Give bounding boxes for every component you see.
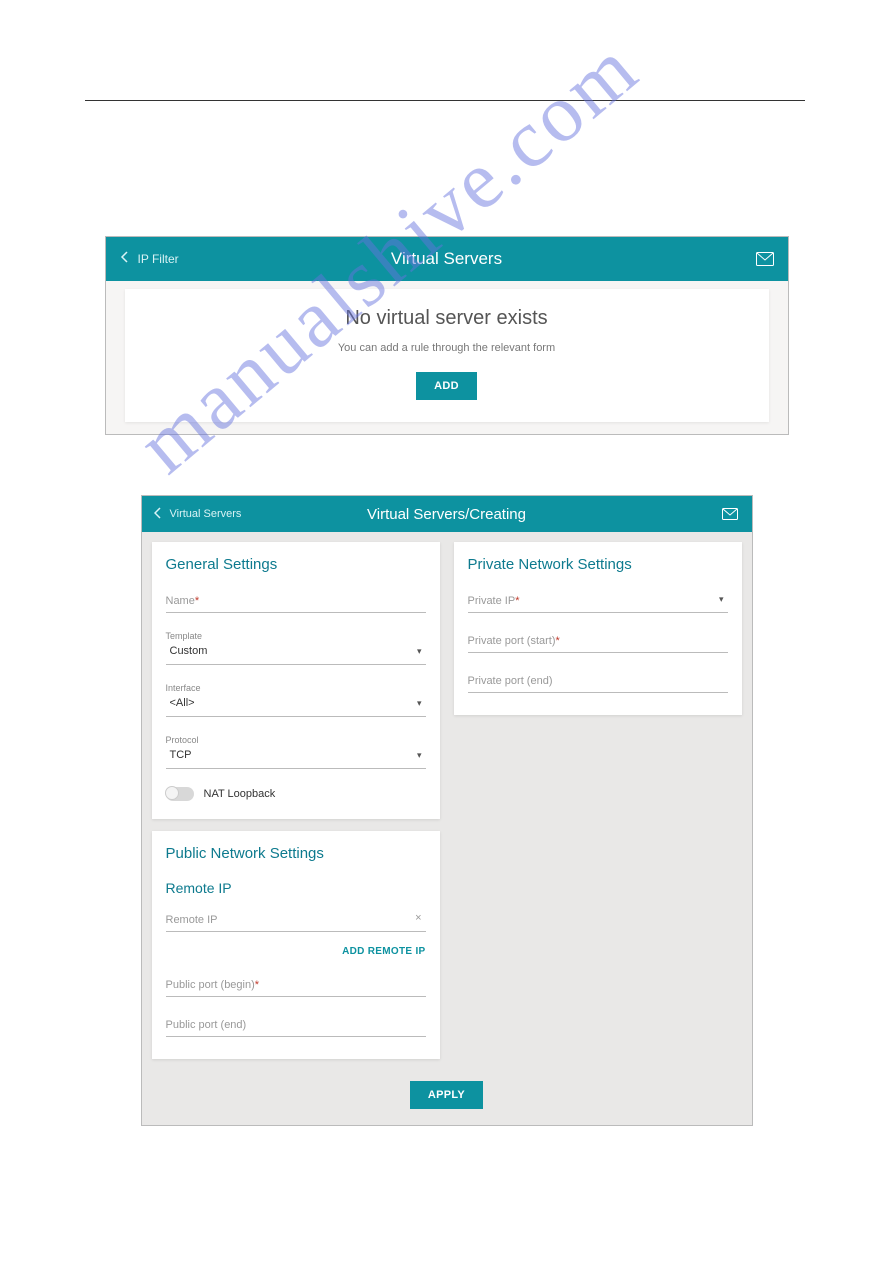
- name-field[interactable]: Name*: [166, 591, 426, 613]
- header-bar: IP Filter Virtual Servers: [106, 237, 788, 281]
- mail-icon[interactable]: [722, 507, 740, 521]
- virtual-servers-creating-panel: Virtual Servers Virtual Servers/Creating…: [141, 495, 753, 1126]
- public-port-begin-field[interactable]: Public port (begin)*: [166, 975, 426, 997]
- header-bar: Virtual Servers Virtual Servers/Creating: [142, 496, 752, 532]
- private-port-start-field[interactable]: Private port (start)*: [468, 631, 728, 653]
- private-network-settings-card: Private Network Settings Private IP* ▾ P…: [454, 542, 742, 715]
- private-port-end-label: Private port (end): [468, 675, 553, 687]
- back-label: IP Filter: [138, 252, 179, 266]
- public-port-begin-label: Public port (begin): [166, 979, 255, 991]
- mail-icon[interactable]: [756, 252, 774, 266]
- private-ip-label: Private IP: [468, 595, 516, 607]
- general-settings-title: General Settings: [166, 556, 426, 573]
- virtual-servers-panel: IP Filter Virtual Servers No virtual ser…: [105, 236, 789, 435]
- name-label: Name: [166, 595, 195, 607]
- public-settings-title: Public Network Settings: [166, 845, 426, 862]
- protocol-value: TCP: [166, 747, 426, 765]
- nat-loopback-label: NAT Loopback: [204, 788, 276, 800]
- required-mark: *: [255, 979, 259, 991]
- public-port-end-label: Public port (end): [166, 1019, 247, 1031]
- general-settings-card: General Settings Name* Template Custom ▾…: [152, 542, 440, 819]
- apply-button[interactable]: APPLY: [410, 1081, 483, 1109]
- empty-subtext: You can add a rule through the relevant …: [135, 342, 759, 354]
- chevron-left-icon: [154, 507, 162, 521]
- remote-ip-heading: Remote IP: [166, 880, 426, 896]
- template-select[interactable]: Template Custom ▾: [166, 631, 426, 665]
- protocol-label: Protocol: [166, 735, 426, 745]
- interface-value: <All>: [166, 695, 426, 713]
- close-icon[interactable]: ×: [415, 912, 421, 924]
- interface-select[interactable]: Interface <All> ▾: [166, 683, 426, 717]
- add-button[interactable]: ADD: [416, 372, 477, 400]
- back-virtual-servers[interactable]: Virtual Servers: [154, 507, 242, 521]
- private-settings-title: Private Network Settings: [468, 556, 728, 573]
- back-ip-filter[interactable]: IP Filter: [120, 250, 179, 268]
- add-remote-ip-button[interactable]: ADD REMOTE IP: [166, 946, 426, 957]
- required-mark: *: [515, 595, 519, 607]
- private-ip-select[interactable]: Private IP* ▾: [468, 591, 728, 613]
- protocol-select[interactable]: Protocol TCP ▾: [166, 735, 426, 769]
- remote-ip-field[interactable]: Remote IP ×: [166, 910, 426, 932]
- required-mark: *: [556, 635, 560, 647]
- required-mark: *: [195, 595, 199, 607]
- template-value: Custom: [166, 643, 426, 661]
- remote-ip-label: Remote IP: [166, 914, 218, 926]
- empty-state-card: No virtual server exists You can add a r…: [125, 289, 769, 422]
- public-port-end-field[interactable]: Public port (end): [166, 1015, 426, 1037]
- page-title: Virtual Servers: [391, 249, 502, 269]
- template-label: Template: [166, 631, 426, 641]
- interface-label: Interface: [166, 683, 426, 693]
- public-network-settings-card: Public Network Settings Remote IP Remote…: [152, 831, 440, 1059]
- nat-loopback-toggle[interactable]: [166, 787, 194, 801]
- chevron-left-icon: [120, 250, 130, 268]
- page-divider: [85, 100, 805, 101]
- back-label: Virtual Servers: [170, 508, 242, 520]
- private-port-end-field[interactable]: Private port (end): [468, 671, 728, 693]
- chevron-down-icon: ▾: [719, 594, 724, 605]
- page-title: Virtual Servers/Creating: [367, 506, 526, 523]
- empty-heading: No virtual server exists: [135, 307, 759, 330]
- private-port-start-label: Private port (start): [468, 635, 556, 647]
